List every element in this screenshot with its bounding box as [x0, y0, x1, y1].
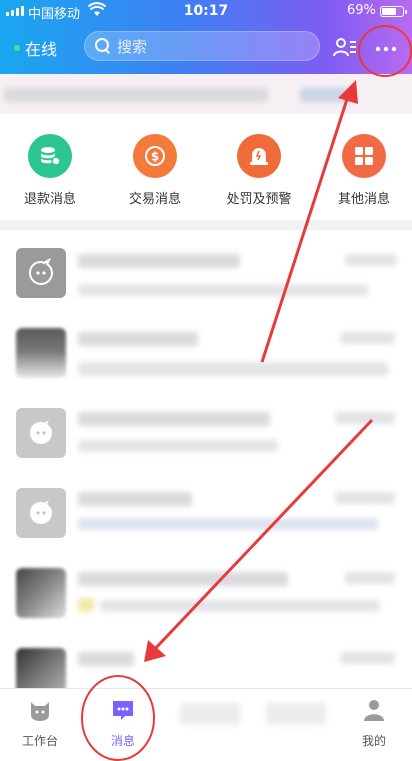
grid-icon [342, 134, 386, 178]
tab-messages[interactable]: 消息 [83, 697, 163, 749]
avatar [16, 568, 66, 618]
message-categories: 退款消息 $ 交易消息 处罚及预警 其他消息 [0, 114, 412, 220]
avatar [16, 328, 66, 378]
bot-avatar-icon [16, 248, 66, 298]
tab-profile[interactable]: 我的 [334, 697, 412, 749]
category-refund[interactable]: 退款消息 [5, 134, 95, 207]
bottom-tab-bar: 工作台 消息 我的 [0, 688, 412, 761]
category-label: 其他消息 [337, 192, 390, 207]
message-item[interactable] [0, 314, 412, 394]
message-item[interactable] [0, 634, 412, 698]
online-status[interactable]: 在线 [14, 36, 57, 60]
category-label: 交易消息 [128, 192, 181, 207]
bot-avatar-icon [16, 408, 66, 458]
status-bar: 中国移动 10:17 69% [0, 0, 412, 24]
message-item[interactable] [0, 474, 412, 554]
search-input[interactable]: 搜索 [84, 31, 320, 61]
category-label: 退款消息 [23, 192, 76, 207]
refund-icon [28, 134, 72, 178]
tab-label: 我的 [361, 734, 386, 748]
tab-label: 工作台 [21, 734, 58, 748]
battery-icon [380, 6, 407, 17]
search-icon [95, 38, 111, 54]
battery-percent: 69% [347, 3, 376, 18]
bot-avatar-icon [16, 488, 66, 538]
section-divider [0, 220, 412, 230]
warning-icon [237, 134, 281, 178]
trade-icon: $ [133, 134, 177, 178]
workbench-icon [31, 702, 49, 721]
message-item[interactable] [0, 394, 412, 474]
category-other[interactable]: 其他消息 [319, 134, 409, 207]
message-icon [113, 701, 133, 720]
online-dot-icon [14, 45, 20, 51]
category-label: 处罚及预警 [226, 192, 292, 207]
message-item[interactable] [0, 234, 412, 314]
notice-banner[interactable] [0, 74, 412, 114]
svg-text:$: $ [151, 150, 159, 164]
more-icon[interactable] [374, 38, 398, 56]
app-header: 中国移动 10:17 69% 在线 搜索 [0, 0, 412, 74]
category-warning[interactable]: 处罚及预警 [214, 134, 304, 207]
tab-label: 消息 [110, 734, 135, 748]
message-item[interactable] [0, 554, 412, 634]
battery-fill [382, 8, 396, 15]
search-placeholder: 搜索 [117, 37, 148, 56]
online-status-label: 在线 [25, 40, 58, 59]
category-trade[interactable]: $ 交易消息 [110, 134, 200, 207]
profile-icon [364, 700, 384, 721]
tab-workbench[interactable]: 工作台 [0, 697, 80, 749]
contacts-icon[interactable] [333, 36, 357, 58]
